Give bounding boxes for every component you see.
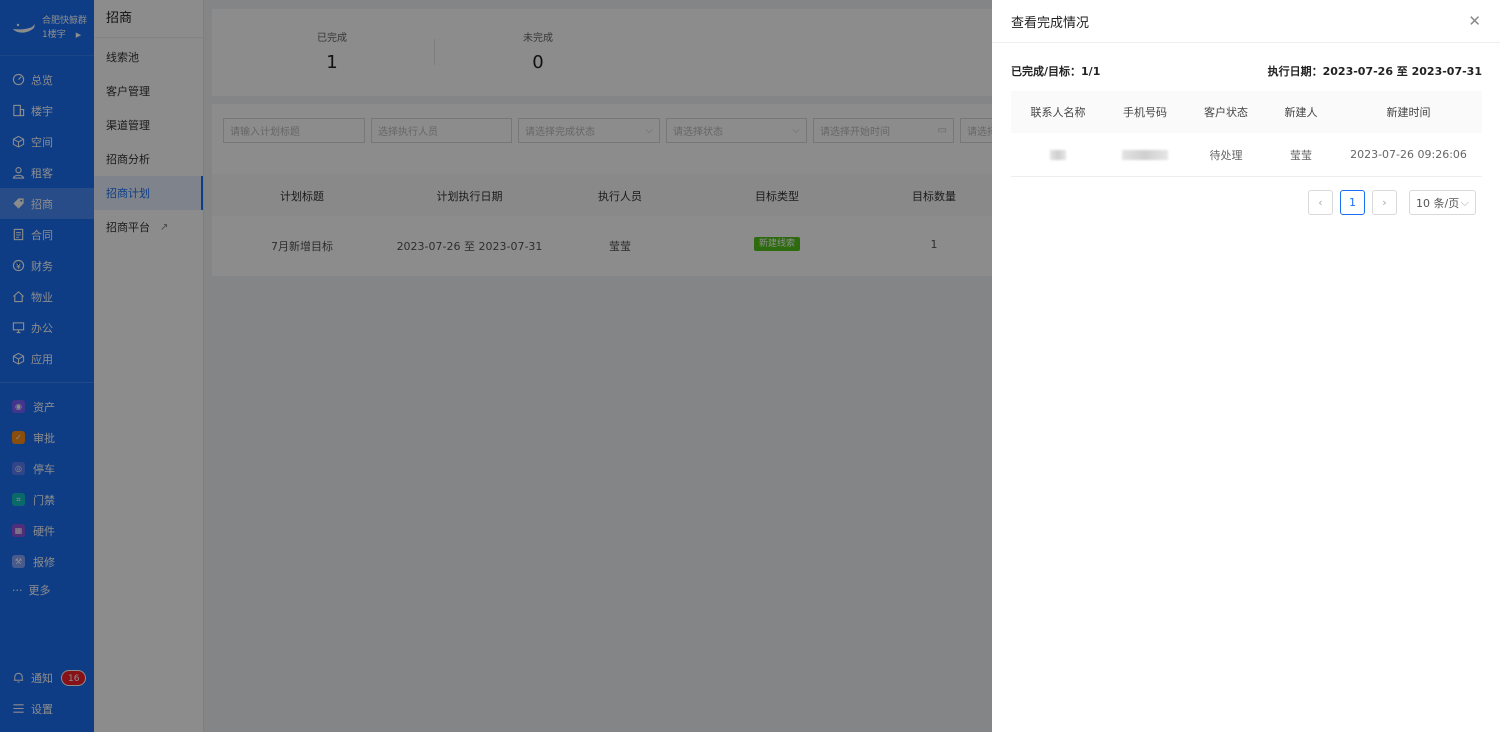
column-header: 客户状态: [1204, 106, 1248, 119]
created-time-cell: 2023-07-26 09:26:06: [1350, 148, 1467, 161]
column-header: 新建时间: [1386, 106, 1431, 119]
next-page-button[interactable]: ›: [1372, 190, 1397, 215]
chevron-right-icon: ›: [1382, 196, 1387, 209]
chevron-left-icon: ‹: [1318, 196, 1323, 209]
column-header: 手机号码: [1123, 106, 1167, 119]
completion-progress: 已完成/目标：1/1: [1011, 65, 1101, 78]
customer-status-cell: 待处理: [1209, 148, 1243, 162]
creator-cell: 莹莹: [1290, 148, 1312, 162]
prev-page-button[interactable]: ‹: [1308, 190, 1333, 215]
redacted-phone: [1122, 149, 1168, 160]
drawer-title: 查看完成情况: [1011, 15, 1090, 31]
page-1-button[interactable]: 1: [1340, 190, 1365, 215]
close-icon[interactable]: ✕: [1468, 12, 1481, 30]
page-size-select[interactable]: 10 条/页 ⌵: [1409, 190, 1476, 215]
execution-period: 执行日期：2023-07-26 至 2023-07-31: [1267, 65, 1482, 78]
phone-cell: [1105, 133, 1185, 176]
column-header: 联系人名称: [1030, 106, 1086, 119]
chevron-down-icon: ⌵: [1460, 195, 1469, 209]
page-size-value: 10 条/页: [1416, 196, 1460, 210]
completion-table-header: 联系人名称 手机号码 客户状态 新建人 新建时间: [1011, 91, 1482, 133]
completion-drawer: 查看完成情况 ✕ 已完成/目标：1/1 执行日期：2023-07-26 至 20…: [992, 0, 1500, 732]
completion-table: 联系人名称 手机号码 客户状态 新建人 新建时间 待处理 莹莹 2023-07-…: [1011, 91, 1482, 177]
table-row[interactable]: 待处理 莹莹 2023-07-26 09:26:06: [1011, 133, 1482, 177]
column-header: 新建人: [1284, 106, 1318, 119]
redacted-contact-name: [1050, 149, 1066, 160]
contact-name-cell: [1011, 133, 1105, 176]
pagination: ‹ 1 › 10 条/页 ⌵: [1308, 190, 1476, 215]
